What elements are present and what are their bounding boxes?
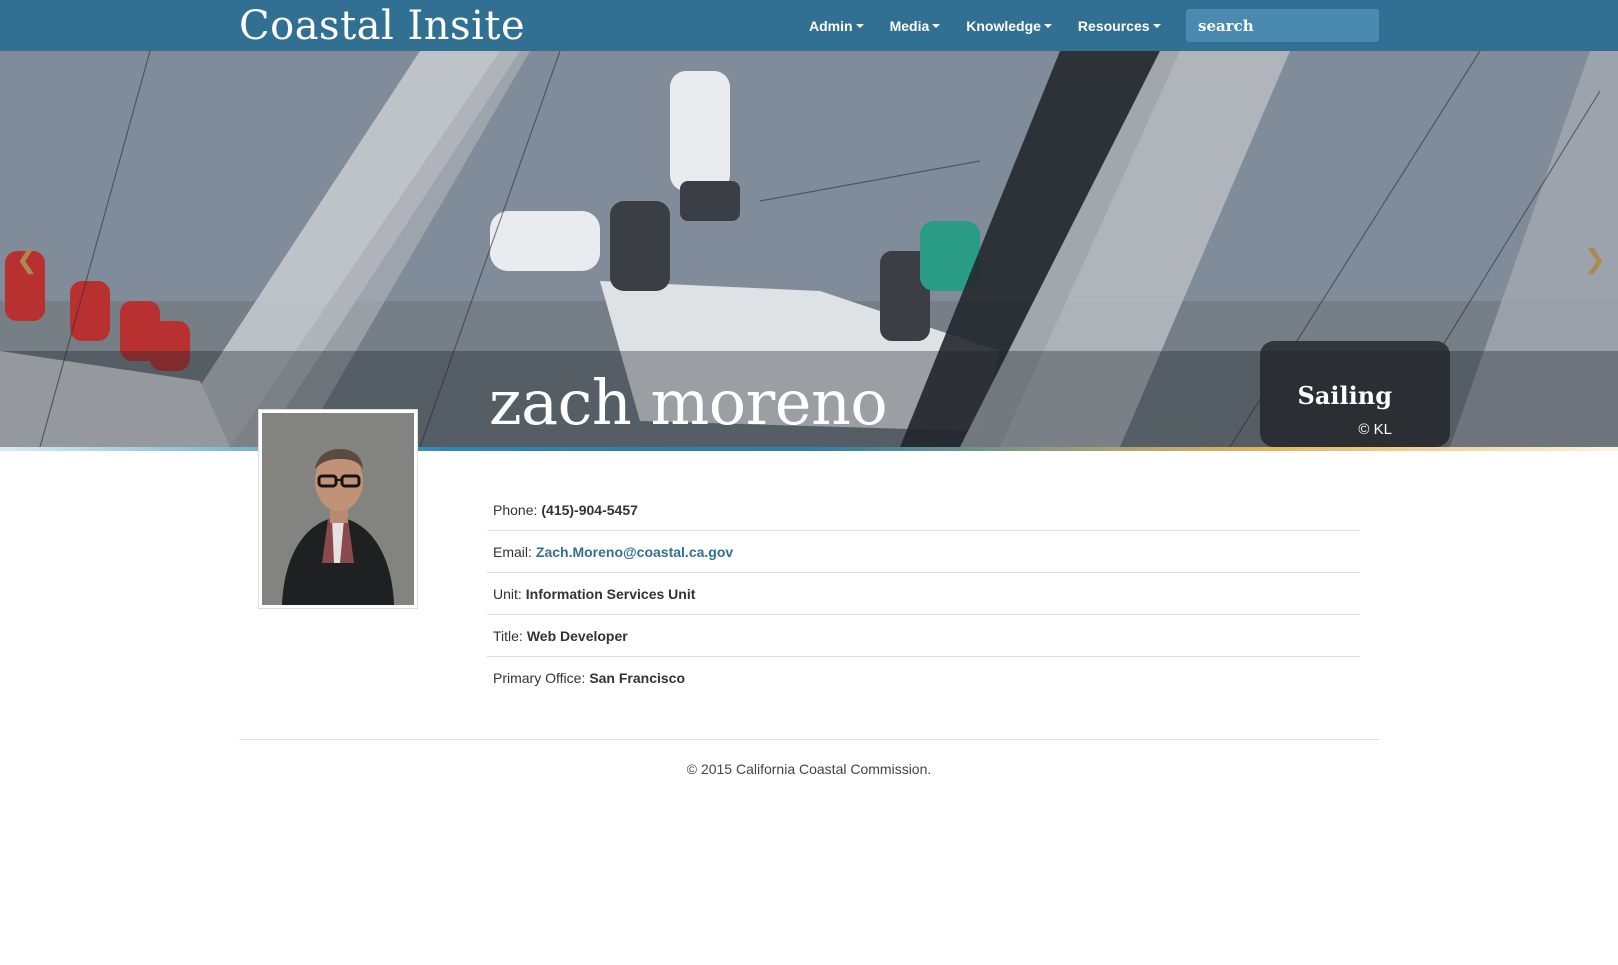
main-menu: Admin Media Knowledge Resources bbox=[796, 0, 1174, 51]
chevron-left-icon: ❮ bbox=[16, 245, 38, 275]
site-brand[interactable]: Coastal Insite bbox=[239, 2, 525, 50]
photo-caption-title: Sailing bbox=[1297, 381, 1392, 410]
detail-row-email: Email: Zach.Moreno@coastal.ca.gov bbox=[487, 531, 1360, 573]
footer-divider bbox=[239, 739, 1379, 740]
phone-value: (415)-904-5457 bbox=[541, 501, 638, 518]
detail-row-title: Title: Web Developer bbox=[487, 615, 1360, 657]
profile-photo bbox=[259, 410, 417, 608]
profile-name: zach moreno bbox=[489, 366, 888, 439]
phone-label: Phone: bbox=[493, 501, 538, 518]
email-link[interactable]: Zach.Moreno@coastal.ca.gov bbox=[536, 544, 733, 560]
search-input[interactable] bbox=[1186, 9, 1379, 42]
detail-row-phone: Phone: (415)-904-5457 bbox=[487, 489, 1360, 531]
menu-media-label: Media bbox=[889, 17, 930, 34]
hero-banner: ❮ ❯ zach moreno Sailing © KL bbox=[0, 51, 1618, 447]
menu-resources[interactable]: Resources bbox=[1065, 0, 1174, 51]
office-label: Primary Office: bbox=[493, 670, 586, 686]
menu-knowledge[interactable]: Knowledge bbox=[953, 0, 1065, 51]
title-label: Title: bbox=[493, 627, 523, 644]
unit-label: Unit: bbox=[493, 585, 522, 602]
chevron-right-icon: ❯ bbox=[1584, 245, 1606, 275]
avatar bbox=[262, 413, 414, 605]
profile-details: Phone: (415)-904-5457 Email: Zach.Moreno… bbox=[487, 489, 1360, 699]
footer-copyright: © 2015 California Coastal Commission. bbox=[686, 761, 932, 777]
photo-caption-credit: © KL bbox=[1358, 421, 1392, 438]
carousel-prev-button[interactable]: ❮ bbox=[16, 247, 38, 273]
carousel-next-button[interactable]: ❯ bbox=[1584, 247, 1606, 273]
menu-resources-label: Resources bbox=[1077, 17, 1150, 34]
detail-row-office: Primary Office: San Francisco bbox=[487, 657, 1360, 699]
menu-knowledge-label: Knowledge bbox=[966, 17, 1041, 34]
caret-down-icon bbox=[855, 23, 864, 28]
unit-value: Information Services Unit bbox=[525, 585, 696, 602]
top-navbar: Coastal Insite Admin Media Knowledge Res… bbox=[0, 0, 1618, 51]
caret-down-icon bbox=[1043, 23, 1052, 28]
caret-down-icon bbox=[932, 23, 941, 28]
menu-admin-label: Admin bbox=[809, 17, 853, 34]
email-label: Email: bbox=[493, 543, 532, 560]
hero-divider bbox=[0, 447, 1618, 451]
office-value: San Francisco bbox=[589, 670, 686, 686]
caret-down-icon bbox=[1152, 23, 1161, 28]
menu-admin[interactable]: Admin bbox=[796, 0, 877, 51]
detail-row-unit: Unit: Information Services Unit bbox=[487, 573, 1360, 615]
title-value: Web Developer bbox=[526, 627, 628, 644]
menu-media[interactable]: Media bbox=[877, 0, 954, 51]
